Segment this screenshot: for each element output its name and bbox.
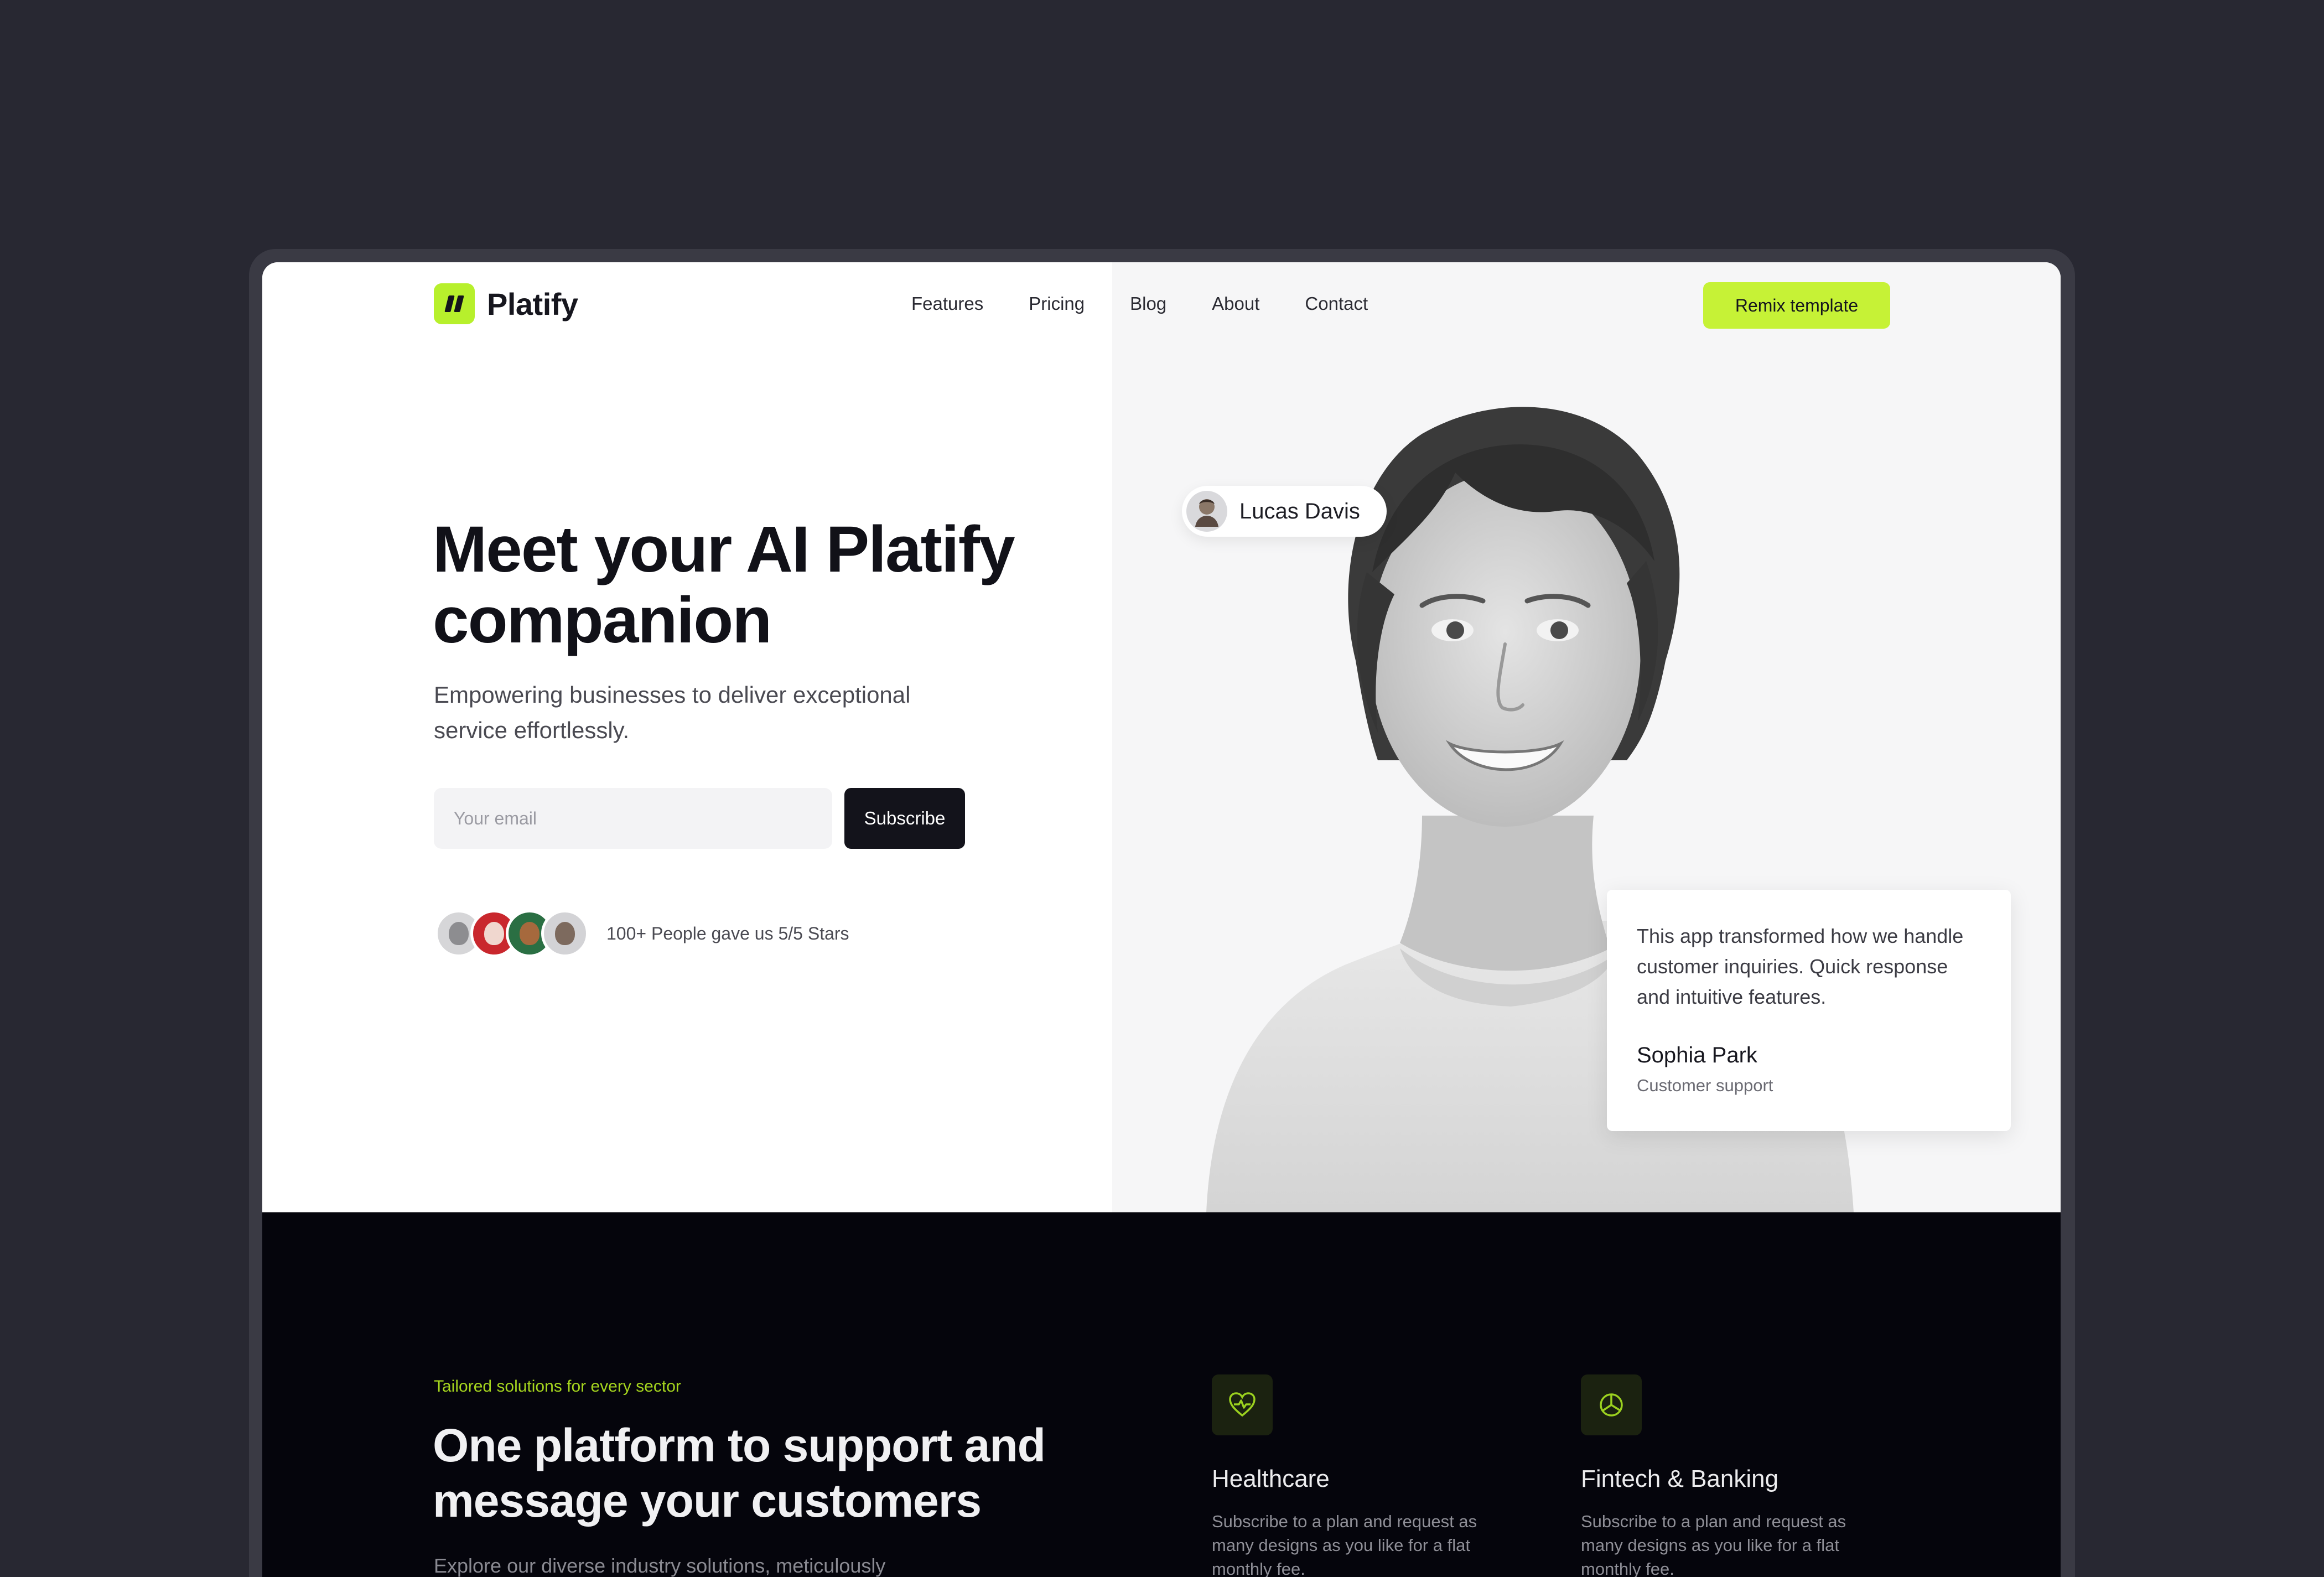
- hero-section: Platify Features Pricing Blog About Cont…: [262, 262, 2061, 1212]
- industry-title: Healthcare: [1212, 1465, 1330, 1492]
- social-proof: 100+ People gave us 5/5 Stars: [435, 910, 849, 957]
- pie-chart-icon: [1581, 1374, 1642, 1435]
- avatar: [1186, 491, 1227, 532]
- industry-card-fintech[interactable]: Fintech & Banking Subscribe to a plan an…: [1581, 1374, 1869, 1577]
- name-tag-label: Lucas Davis: [1239, 499, 1360, 523]
- email-input[interactable]: [434, 788, 832, 849]
- hero-headline: Meet your AI Platify companion: [433, 513, 1015, 657]
- nav-blog[interactable]: Blog: [1130, 293, 1166, 314]
- industry-description: Subscribe to a plan and request as many …: [1581, 1512, 1846, 1577]
- rating-text: 100+ People gave us 5/5 Stars: [606, 923, 849, 943]
- solutions-subtitle: Explore our diverse industry solutions, …: [434, 1554, 886, 1577]
- nav-about[interactable]: About: [1212, 293, 1259, 314]
- nav-contact[interactable]: Contact: [1305, 293, 1368, 314]
- remix-template-button[interactable]: Remix template: [1703, 282, 1890, 329]
- industry-description: Subscribe to a plan and request as many …: [1212, 1512, 1477, 1577]
- avatar: [541, 910, 589, 957]
- nav-pricing[interactable]: Pricing: [1029, 293, 1085, 314]
- testimonial-author: Sophia Park: [1637, 1043, 1757, 1067]
- heart-pulse-icon: [1212, 1374, 1273, 1435]
- name-tag: Lucas Davis: [1182, 486, 1387, 537]
- industry-title: Fintech & Banking: [1581, 1465, 1779, 1492]
- solutions-eyebrow: Tailored solutions for every sector: [434, 1377, 681, 1396]
- avatar-stack: [435, 910, 589, 957]
- testimonial-role: Customer support: [1637, 1076, 1773, 1095]
- main-nav: Features Pricing Blog About Contact: [911, 293, 1413, 314]
- testimonial-card: This app transformed how we handle custo…: [1607, 890, 2011, 1131]
- person-icon: [1195, 499, 1218, 527]
- industry-card-healthcare[interactable]: Healthcare Subscribe to a plan and reque…: [1212, 1374, 1500, 1577]
- testimonial-quote: This app transformed how we handle custo…: [1637, 925, 1964, 1008]
- solutions-title: One platform to support and message your…: [433, 1419, 1046, 1527]
- nav-features[interactable]: Features: [911, 293, 983, 314]
- logo-icon: [434, 283, 475, 324]
- hero-subhead: Empowering businesses to deliver excepti…: [434, 682, 911, 743]
- brand-logo[interactable]: Platify: [434, 283, 578, 324]
- subscribe-button[interactable]: Subscribe: [844, 788, 965, 849]
- brand-name: Platify: [487, 286, 578, 321]
